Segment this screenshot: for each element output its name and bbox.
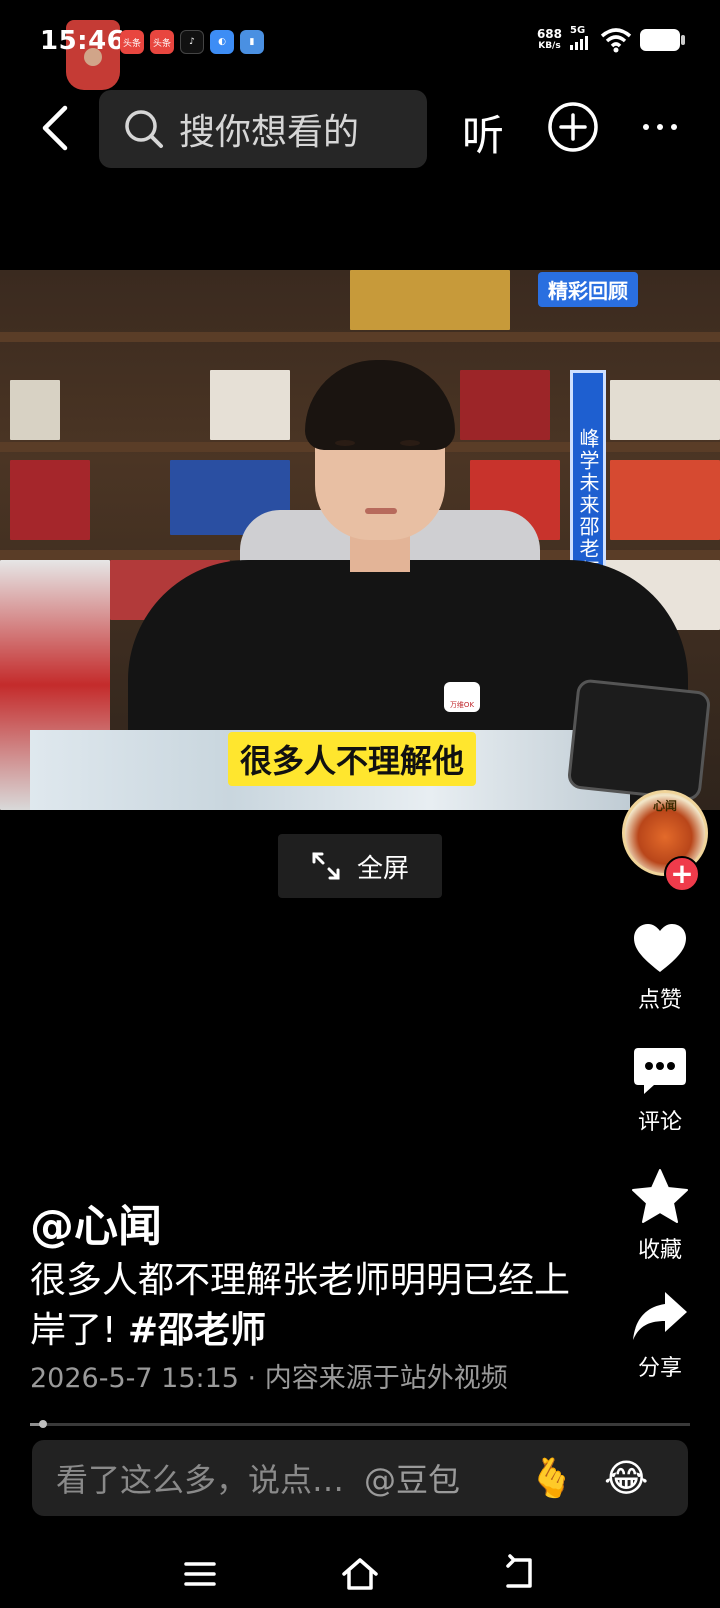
share-button[interactable]: 分享 (600, 1290, 720, 1382)
comment-input[interactable]: 看了这么多，说点… @豆包 🫰 😂 (32, 1440, 688, 1516)
phone-on-desk (566, 678, 712, 802)
video-subtitle: 很多人不理解他 (228, 732, 477, 786)
heart-icon (634, 924, 686, 972)
expand-icon (312, 852, 340, 880)
search-input[interactable]: 搜你想看的 (99, 90, 427, 168)
comment-icon (634, 1048, 686, 1094)
book (10, 380, 60, 440)
comment-placeholder: 看了这么多，说点… (56, 1461, 345, 1499)
post-meta: 2026-5-7 15:15 · 内容来源于站外视频 (30, 1363, 508, 1394)
menu-icon[interactable] (180, 1554, 220, 1594)
net-speed-value: 688 (536, 27, 562, 41)
toutiao-icon: 头条 (120, 30, 144, 54)
app-icon: ▮ (240, 30, 264, 54)
author-avatar-wrap[interactable]: 心闻 + (622, 790, 708, 892)
more-button[interactable] (630, 102, 690, 152)
mouth (365, 508, 397, 514)
signal-icon (570, 36, 588, 50)
caption-text: 很多人都不理解张老师明明已经上岸了! (30, 1260, 571, 1351)
comment-button[interactable]: 评论 (600, 1046, 720, 1136)
author-name[interactable]: @心闻 (30, 1190, 162, 1254)
follow-button[interactable]: + (664, 856, 700, 892)
chevron-left-icon (42, 105, 68, 151)
progress-knob[interactable] (39, 1420, 48, 1428)
favorite-label: 收藏 (637, 1238, 682, 1263)
book (10, 460, 90, 540)
laughing-emoji-button[interactable]: 😂 (604, 1454, 648, 1502)
book (610, 380, 720, 440)
status-bar: 15:46 头条 头条 ♪ ◐ ▮ 688 KB/s 5G (0, 0, 720, 90)
network-type-label: 5G (570, 25, 586, 36)
book (610, 460, 720, 540)
net-speed-unit: KB/s (538, 41, 561, 51)
video-page: 15:46 头条 头条 ♪ ◐ ▮ 688 KB/s 5G 搜你想看的 听 精彩… (0, 0, 720, 1608)
presenter-hair (305, 360, 455, 450)
network-type: 5G (570, 26, 592, 53)
book (350, 270, 510, 330)
system-nav-bar (0, 1540, 720, 1608)
favorite-button[interactable]: 收藏 (600, 1168, 720, 1264)
post-caption: 很多人都不理解张老师明明已经上岸了! #邵老师 (30, 1256, 570, 1356)
share-arrow-icon (633, 1292, 687, 1340)
finger-heart-emoji-button[interactable]: 🫰 (528, 1454, 575, 1502)
top-nav: 搜你想看的 听 (0, 88, 720, 168)
more-dot (657, 124, 663, 130)
like-label: 点赞 (637, 988, 682, 1013)
home-icon[interactable] (340, 1554, 380, 1594)
net-speed: 688 KB/s (536, 27, 562, 52)
more-dot (671, 124, 677, 130)
battery-icon (640, 28, 685, 51)
tiktok-icon: ♪ (180, 30, 204, 54)
shelf (0, 332, 720, 342)
highlight-badge: 精彩回顾 (538, 272, 638, 307)
avatar-text: 心闻 (652, 799, 677, 813)
more-dot (643, 124, 649, 130)
book (210, 370, 290, 440)
add-circle-icon[interactable] (546, 100, 600, 154)
star-icon (632, 1169, 688, 1223)
search-icon (125, 110, 163, 148)
fullscreen-label: 全屏 (356, 853, 409, 884)
shirt-logo: 万维OK (444, 682, 480, 712)
eye (400, 440, 420, 446)
status-time: 15:46 (40, 26, 126, 56)
wifi-icon (600, 27, 632, 52)
progress-bar[interactable] (30, 1420, 690, 1428)
back-button[interactable] (28, 102, 80, 154)
notification-icons: 头条 头条 ♪ ◐ ▮ (120, 30, 264, 54)
mention-doubao[interactable]: @豆包 (364, 1455, 460, 1501)
share-label: 分享 (637, 1356, 682, 1381)
book (460, 370, 550, 440)
hashtag-link[interactable]: #邵老师 (128, 1310, 266, 1351)
video-player[interactable]: 精彩回顾 峰学未来邵老师 万维OK 很多人不理解他 (0, 270, 720, 810)
like-button[interactable]: 点赞 (600, 922, 720, 1014)
status-indicators: 688 KB/s 5G (536, 26, 685, 53)
comment-label: 评论 (637, 1110, 682, 1135)
fullscreen-button[interactable]: 全屏 (278, 834, 442, 898)
toutiao-icon: 头条 (150, 30, 174, 54)
listen-button[interactable]: 听 (462, 102, 504, 163)
app-icon: ◐ (210, 30, 234, 54)
eye (335, 440, 355, 446)
back-nav-icon[interactable] (500, 1554, 540, 1594)
search-placeholder: 搜你想看的 (179, 112, 360, 153)
shirt-logo-text: 万维OK (449, 701, 475, 709)
